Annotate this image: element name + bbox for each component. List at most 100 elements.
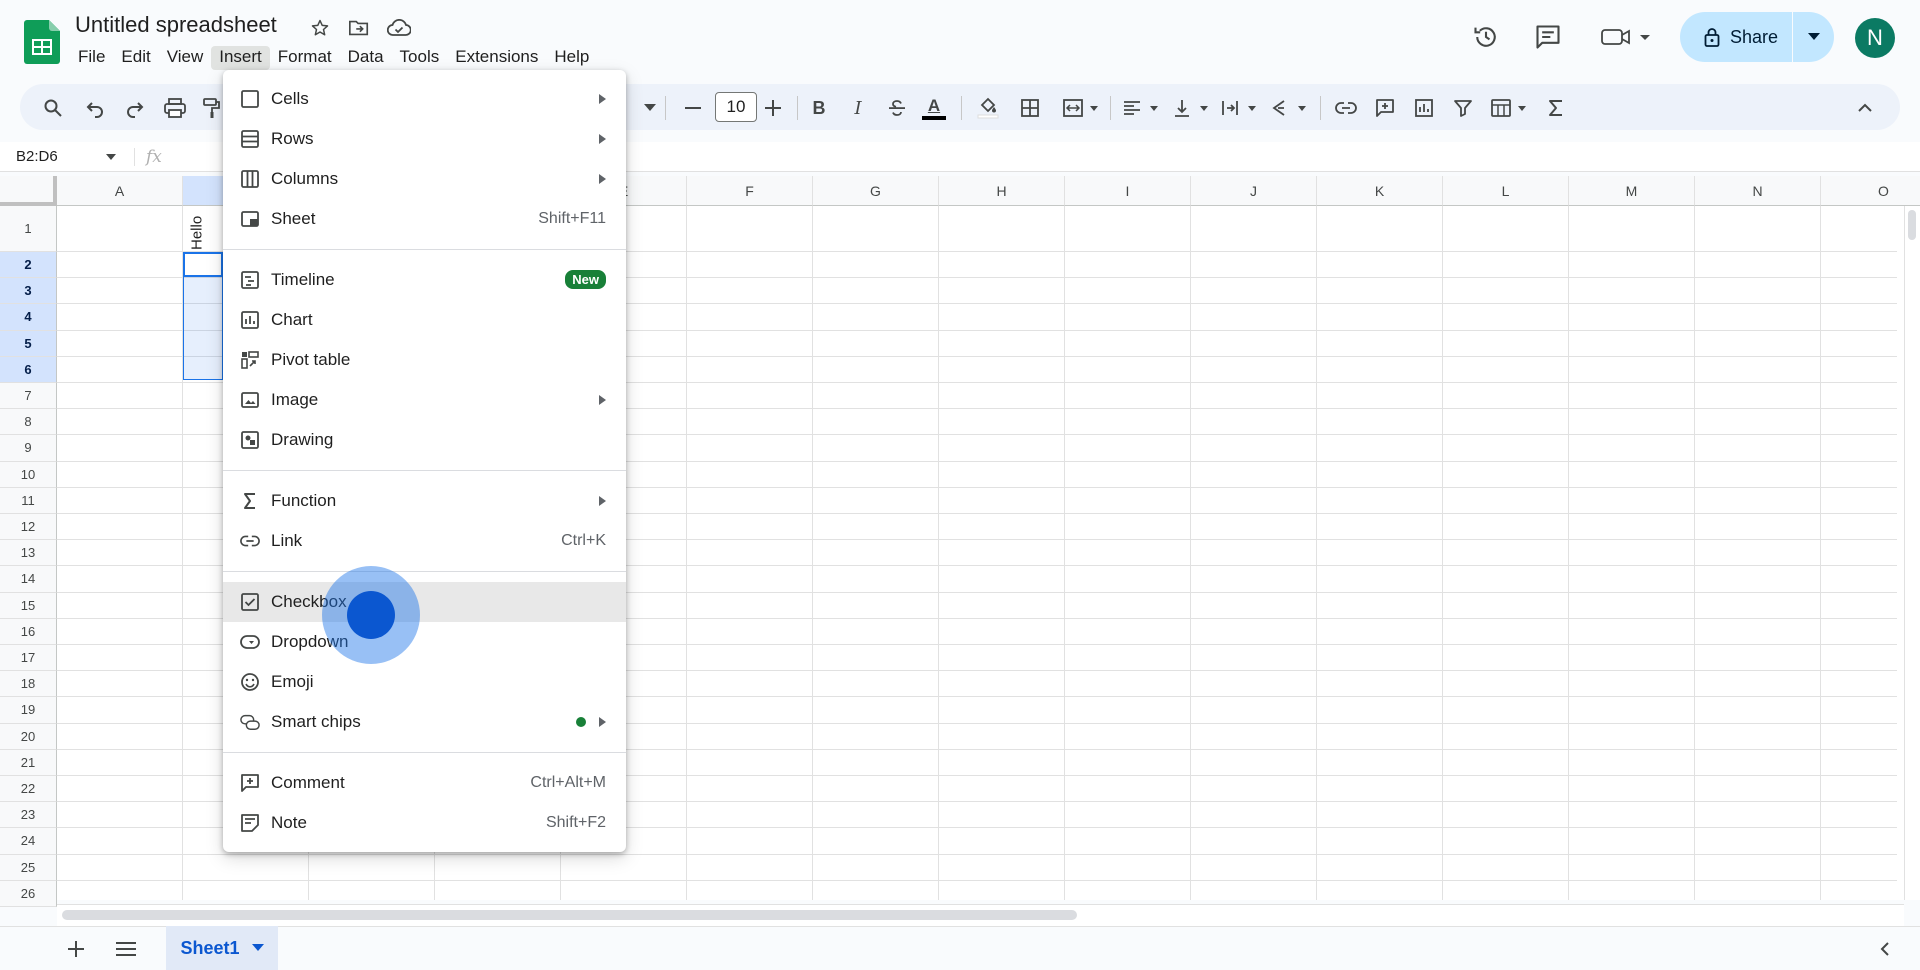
menu-item-smart-chips[interactable]: Smart chips: [223, 702, 626, 742]
row-header-5[interactable]: 5: [0, 330, 57, 357]
column-header-n[interactable]: N: [1695, 176, 1821, 206]
menu-item-note[interactable]: Note Shift+F2: [223, 803, 626, 843]
insert-link-icon[interactable]: [1334, 96, 1358, 120]
menu-item-dropdown[interactable]: Dropdown: [223, 622, 626, 662]
name-box-dropdown-icon[interactable]: [106, 154, 116, 160]
menu-item-emoji[interactable]: Emoji: [223, 662, 626, 702]
column-header-m[interactable]: M: [1569, 176, 1695, 206]
row-header-18[interactable]: 18: [0, 671, 57, 698]
paint-format-icon[interactable]: [200, 96, 224, 120]
print-icon[interactable]: [163, 96, 187, 120]
menu-data[interactable]: Data: [340, 46, 392, 70]
add-sheet-icon[interactable]: [61, 934, 91, 964]
menu-item-cells[interactable]: Cells: [223, 79, 626, 119]
menu-item-pivot-table[interactable]: Pivot table: [223, 340, 626, 380]
font-size-input[interactable]: 10: [715, 92, 757, 122]
avatar[interactable]: N: [1855, 18, 1895, 58]
row-header-2[interactable]: 2: [0, 252, 57, 279]
menu-item-columns[interactable]: Columns: [223, 159, 626, 199]
select-all-corner[interactable]: [0, 176, 57, 206]
row-header-6[interactable]: 6: [0, 356, 57, 383]
borders-icon[interactable]: [1018, 96, 1042, 120]
menu-view[interactable]: View: [159, 46, 212, 70]
row-header-22[interactable]: 22: [0, 776, 57, 803]
row-header-24[interactable]: 24: [0, 828, 57, 855]
active-cell[interactable]: [183, 252, 223, 277]
horizontal-align-icon[interactable]: [1120, 96, 1164, 120]
sheet-tab-sheet1[interactable]: Sheet1: [166, 926, 278, 970]
row-header-23[interactable]: 23: [0, 802, 57, 829]
menu-edit[interactable]: Edit: [113, 46, 158, 70]
increase-font-size-icon[interactable]: [761, 96, 785, 120]
vertical-scrollbar[interactable]: [1904, 206, 1920, 900]
menu-item-image[interactable]: Image: [223, 380, 626, 420]
column-header-i[interactable]: I: [1065, 176, 1191, 206]
row-header-25[interactable]: 25: [0, 854, 57, 881]
insert-comment-icon[interactable]: [1373, 96, 1397, 120]
menu-help[interactable]: Help: [546, 46, 597, 70]
menu-item-drawing[interactable]: Drawing: [223, 420, 626, 460]
row-header-20[interactable]: 20: [0, 723, 57, 750]
decrease-font-size-icon[interactable]: [681, 96, 705, 120]
row-header-11[interactable]: 11: [0, 487, 57, 514]
row-header-10[interactable]: 10: [0, 461, 57, 488]
row-header-12[interactable]: 12: [0, 514, 57, 541]
row-header-14[interactable]: 14: [0, 566, 57, 593]
share-dropdown-button[interactable]: [1793, 33, 1834, 41]
row-header-17[interactable]: 17: [0, 645, 57, 672]
cell-b1[interactable]: Hello: [186, 210, 208, 250]
row-header-15[interactable]: 15: [0, 592, 57, 619]
menu-tools[interactable]: Tools: [392, 46, 448, 70]
row-header-7[interactable]: 7: [0, 383, 57, 410]
column-header-l[interactable]: L: [1443, 176, 1569, 206]
row-header-19[interactable]: 19: [0, 697, 57, 724]
menu-item-function[interactable]: Function: [223, 481, 626, 521]
vertical-align-icon[interactable]: [1170, 96, 1214, 120]
sheet-tab-caret-icon[interactable]: [251, 944, 264, 952]
star-icon[interactable]: [308, 16, 332, 40]
merge-cells-icon[interactable]: [1060, 96, 1104, 120]
menu-insert[interactable]: Insert: [211, 46, 270, 70]
search-menus-icon[interactable]: [41, 96, 65, 120]
font-dropdown-arrow-icon[interactable]: [638, 96, 662, 120]
menu-format[interactable]: Format: [270, 46, 340, 70]
row-header-3[interactable]: 3: [0, 278, 57, 305]
menu-item-comment[interactable]: Comment Ctrl+Alt+M: [223, 763, 626, 803]
menu-file[interactable]: File: [70, 46, 113, 70]
document-title[interactable]: Untitled spreadsheet: [75, 12, 277, 38]
filter-icon[interactable]: [1451, 96, 1475, 120]
column-header-j[interactable]: J: [1191, 176, 1317, 206]
column-header-h[interactable]: H: [939, 176, 1065, 206]
undo-icon[interactable]: [83, 96, 107, 120]
filter-views-icon[interactable]: [1488, 96, 1532, 120]
menu-item-chart[interactable]: Chart: [223, 300, 626, 340]
italic-button[interactable]: I: [846, 96, 870, 120]
all-sheets-icon[interactable]: [111, 934, 141, 964]
meet-video-icon[interactable]: [1598, 20, 1654, 54]
column-header-g[interactable]: G: [813, 176, 939, 206]
fill-color-icon[interactable]: [976, 96, 1000, 120]
move-folder-icon[interactable]: [347, 16, 371, 40]
text-color-button[interactable]: A: [922, 96, 946, 120]
menu-item-checkbox[interactable]: Checkbox: [223, 582, 626, 622]
row-header-13[interactable]: 13: [0, 540, 57, 567]
row-header-8[interactable]: 8: [0, 409, 57, 436]
horizontal-scrollbar-thumb[interactable]: [62, 910, 1077, 920]
collapse-toolbar-icon[interactable]: [1853, 96, 1877, 120]
menu-item-rows[interactable]: Rows: [223, 119, 626, 159]
menu-item-sheet[interactable]: Sheet Shift+F11: [223, 199, 626, 239]
row-header-21[interactable]: 21: [0, 749, 57, 776]
side-panel-toggle-icon[interactable]: [1870, 934, 1900, 964]
text-rotation-icon[interactable]: [1268, 96, 1312, 120]
row-header-26[interactable]: 26: [0, 880, 57, 907]
row-header-16[interactable]: 16: [0, 618, 57, 645]
functions-sigma-icon[interactable]: [1544, 96, 1568, 120]
menu-item-link[interactable]: Link Ctrl+K: [223, 521, 626, 561]
share-button[interactable]: Share: [1680, 12, 1792, 62]
name-box[interactable]: B2:D6: [16, 148, 58, 165]
column-header-k[interactable]: K: [1317, 176, 1443, 206]
row-header-1[interactable]: 1: [0, 206, 57, 252]
column-header-o[interactable]: O: [1821, 176, 1920, 206]
sheets-logo-icon[interactable]: [24, 20, 60, 64]
bold-button[interactable]: B: [807, 96, 831, 120]
